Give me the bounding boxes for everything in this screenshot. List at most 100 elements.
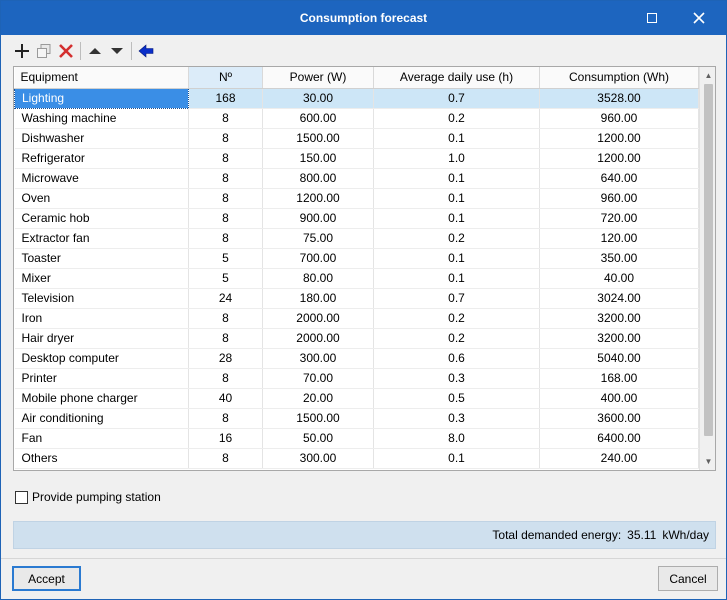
cell-daily-use[interactable]: 0.3: [373, 368, 540, 389]
cell-daily-use[interactable]: 0.1: [373, 168, 540, 189]
cell-number[interactable]: 8: [188, 148, 263, 169]
cell-consumption[interactable]: 1200.00: [539, 128, 699, 149]
column-header-power[interactable]: Power (W): [262, 67, 374, 89]
cell-number[interactable]: 5: [188, 248, 263, 269]
vertical-scrollbar[interactable]: ▲ ▼: [699, 67, 715, 470]
cell-daily-use[interactable]: 0.7: [373, 288, 540, 309]
cell-power[interactable]: 30.00: [262, 88, 374, 109]
cell-consumption[interactable]: 168.00: [539, 368, 699, 389]
cell-equipment[interactable]: Toaster: [14, 248, 189, 269]
cell-consumption[interactable]: 240.00: [539, 448, 699, 469]
cell-power[interactable]: 1500.00: [262, 408, 374, 429]
cell-daily-use[interactable]: 0.1: [373, 188, 540, 209]
table-row[interactable]: Microwave 8 800.00 0.1 640.00: [14, 168, 699, 189]
cell-consumption[interactable]: 5040.00: [539, 348, 699, 369]
cell-consumption[interactable]: 6400.00: [539, 428, 699, 449]
cell-equipment[interactable]: Iron: [14, 308, 189, 329]
cell-equipment[interactable]: Mixer: [14, 268, 189, 289]
cell-daily-use[interactable]: 0.1: [373, 268, 540, 289]
cell-consumption[interactable]: 400.00: [539, 388, 699, 409]
move-down-button[interactable]: [106, 40, 128, 62]
cell-consumption[interactable]: 3600.00: [539, 408, 699, 429]
cell-daily-use[interactable]: 0.1: [373, 128, 540, 149]
cell-equipment[interactable]: Printer: [14, 368, 189, 389]
table-row[interactable]: Mixer 5 80.00 0.1 40.00: [14, 268, 699, 289]
pumping-station-option[interactable]: Provide pumping station: [15, 490, 161, 504]
pumping-station-checkbox[interactable]: [15, 490, 28, 504]
move-up-button[interactable]: [84, 40, 106, 62]
cell-equipment[interactable]: Hair dryer: [14, 328, 189, 349]
cell-daily-use[interactable]: 0.1: [373, 208, 540, 229]
cell-number[interactable]: 16: [188, 428, 263, 449]
cell-equipment[interactable]: Oven: [14, 188, 189, 209]
table-row[interactable]: Television 24 180.00 0.7 3024.00: [14, 288, 699, 309]
cell-number[interactable]: 40: [188, 388, 263, 409]
table-row[interactable]: Ceramic hob 8 900.00 0.1 720.00: [14, 208, 699, 229]
cell-equipment[interactable]: Refrigerator: [14, 148, 189, 169]
cell-daily-use[interactable]: 0.5: [373, 388, 540, 409]
table-row[interactable]: Toaster 5 700.00 0.1 350.00: [14, 248, 699, 269]
cell-equipment[interactable]: Television: [14, 288, 189, 309]
cell-number[interactable]: 8: [188, 308, 263, 329]
maximize-button[interactable]: [629, 1, 675, 35]
cell-power[interactable]: 1200.00: [262, 188, 374, 209]
cell-number[interactable]: 8: [188, 368, 263, 389]
cell-equipment[interactable]: Others: [14, 448, 189, 469]
cell-power[interactable]: 150.00: [262, 148, 374, 169]
cancel-button[interactable]: Cancel: [658, 566, 718, 591]
cell-equipment[interactable]: Ceramic hob: [14, 208, 189, 229]
cell-number[interactable]: 8: [188, 328, 263, 349]
table-row[interactable]: Air conditioning 8 1500.00 0.3 3600.00: [14, 408, 699, 429]
cell-power[interactable]: 2000.00: [262, 308, 374, 329]
cell-power[interactable]: 300.00: [262, 348, 374, 369]
cell-daily-use[interactable]: 0.2: [373, 228, 540, 249]
cell-number[interactable]: 8: [188, 408, 263, 429]
column-header-equipment[interactable]: Equipment: [14, 67, 189, 89]
cell-daily-use[interactable]: 0.2: [373, 328, 540, 349]
column-header-number[interactable]: Nº: [188, 67, 263, 89]
cell-daily-use[interactable]: 0.2: [373, 108, 540, 129]
cell-power[interactable]: 1500.00: [262, 128, 374, 149]
table-row[interactable]: Washing machine 8 600.00 0.2 960.00: [14, 108, 699, 129]
cell-number[interactable]: 5: [188, 268, 263, 289]
cell-consumption[interactable]: 3024.00: [539, 288, 699, 309]
cell-consumption[interactable]: 350.00: [539, 248, 699, 269]
scroll-up-icon[interactable]: ▲: [700, 67, 715, 84]
cell-number[interactable]: 24: [188, 288, 263, 309]
cell-daily-use[interactable]: 0.2: [373, 308, 540, 329]
cell-equipment[interactable]: Microwave: [14, 168, 189, 189]
cell-power[interactable]: 900.00: [262, 208, 374, 229]
cell-consumption[interactable]: 960.00: [539, 188, 699, 209]
table-row[interactable]: Extractor fan 8 75.00 0.2 120.00: [14, 228, 699, 249]
cell-power[interactable]: 2000.00: [262, 328, 374, 349]
cell-consumption[interactable]: 40.00: [539, 268, 699, 289]
cell-number[interactable]: 8: [188, 128, 263, 149]
cell-daily-use[interactable]: 0.1: [373, 448, 540, 469]
cell-daily-use[interactable]: 0.3: [373, 408, 540, 429]
cell-daily-use[interactable]: 0.7: [373, 88, 540, 109]
cell-number[interactable]: 8: [188, 188, 263, 209]
cell-consumption[interactable]: 640.00: [539, 168, 699, 189]
cell-equipment[interactable]: Extractor fan: [14, 228, 189, 249]
table-row[interactable]: Mobile phone charger 40 20.00 0.5 400.00: [14, 388, 699, 409]
cell-daily-use[interactable]: 0.1: [373, 248, 540, 269]
cell-power[interactable]: 80.00: [262, 268, 374, 289]
cell-number[interactable]: 8: [188, 448, 263, 469]
cell-equipment[interactable]: Washing machine: [14, 108, 189, 129]
cell-number[interactable]: 8: [188, 228, 263, 249]
cell-number[interactable]: 8: [188, 108, 263, 129]
cell-power[interactable]: 75.00: [262, 228, 374, 249]
cell-number[interactable]: 168: [188, 88, 263, 109]
cell-number[interactable]: 28: [188, 348, 263, 369]
cell-equipment[interactable]: Dishwasher: [14, 128, 189, 149]
table-row[interactable]: Oven 8 1200.00 0.1 960.00: [14, 188, 699, 209]
cell-power[interactable]: 70.00: [262, 368, 374, 389]
cell-power[interactable]: 180.00: [262, 288, 374, 309]
cell-equipment[interactable]: Lighting: [14, 87, 189, 109]
cell-consumption[interactable]: 3200.00: [539, 328, 699, 349]
cell-power[interactable]: 700.00: [262, 248, 374, 269]
cell-equipment[interactable]: Air conditioning: [14, 408, 189, 429]
cell-power[interactable]: 600.00: [262, 108, 374, 129]
cell-daily-use[interactable]: 0.6: [373, 348, 540, 369]
cell-consumption[interactable]: 720.00: [539, 208, 699, 229]
